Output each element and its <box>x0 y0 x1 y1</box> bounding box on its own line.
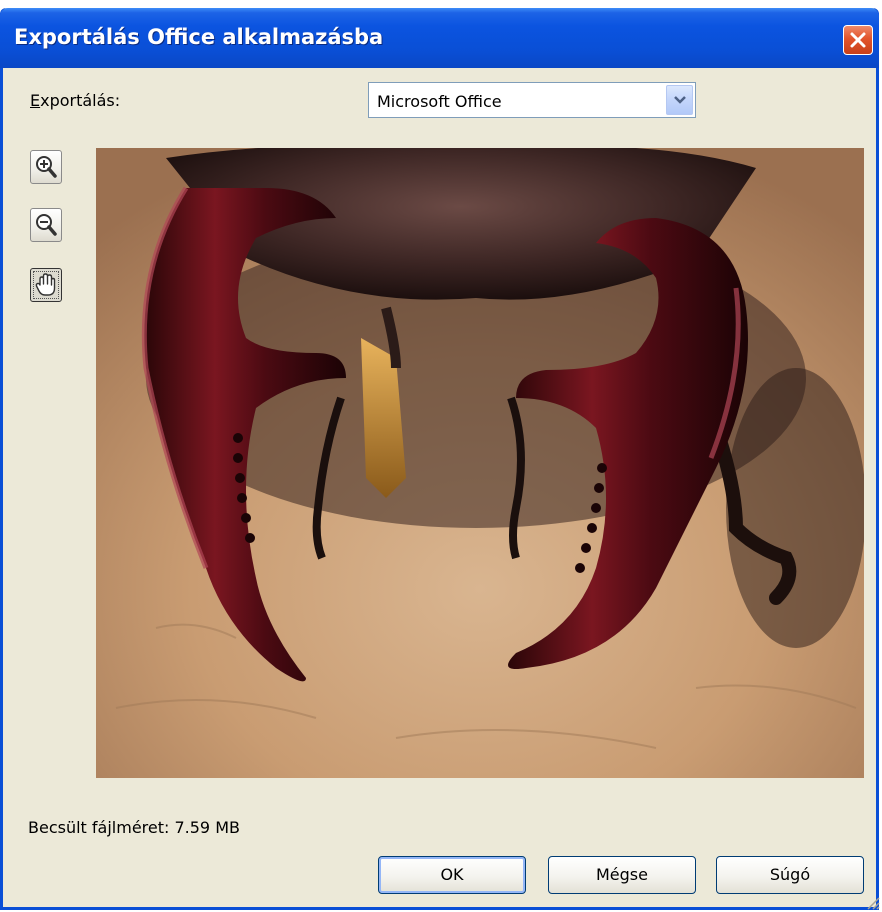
title-bar[interactable]: Exportálás Office alkalmazásba <box>0 8 879 68</box>
image-preview[interactable] <box>96 148 864 778</box>
export-target-dropdown[interactable]: Microsoft Office <box>368 82 696 118</box>
dropdown-arrow-button[interactable] <box>666 85 693 115</box>
help-button[interactable]: Súgó <box>716 856 864 894</box>
zoom-out-button[interactable] <box>30 208 62 242</box>
zoom-in-button[interactable] <box>30 150 62 184</box>
pan-tool-button[interactable] <box>30 268 62 302</box>
estimated-file-size: Becsült fájlméret: 7.59 MB <box>28 818 240 837</box>
close-icon <box>850 32 866 48</box>
zoom-in-icon <box>36 156 57 178</box>
export-label: Exportálás: <box>30 91 121 110</box>
zoom-out-icon <box>36 214 57 236</box>
hand-icon <box>35 273 56 296</box>
window-title: Exportálás Office alkalmazásba <box>14 25 384 49</box>
resize-grip-icon[interactable] <box>864 894 880 910</box>
cancel-button[interactable]: Mégse <box>548 856 696 894</box>
export-target-value: Microsoft Office <box>377 92 502 111</box>
ok-button[interactable]: OK <box>378 856 526 894</box>
chevron-down-icon <box>674 96 686 104</box>
beetle-photo <box>96 148 864 778</box>
close-button[interactable] <box>843 25 873 55</box>
